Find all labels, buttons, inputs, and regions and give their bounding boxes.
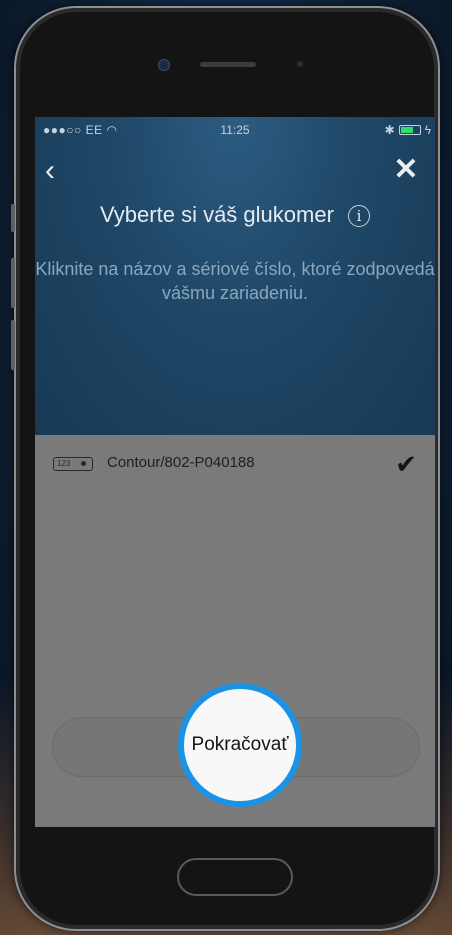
status-right: ✱ ϟ (385, 123, 431, 137)
title-text: Vyberte si váš glukomer (99, 202, 334, 227)
app-screen: ●●●○○ EE ◠ 11:25 ✱ ϟ ‹ ✕ Vyberte si váš … (35, 117, 435, 827)
device-name: Contour/802-P040188 (107, 454, 255, 471)
home-button[interactable] (177, 858, 293, 896)
continue-label: Pokračovať (191, 734, 289, 755)
checkmark-icon: ✔ (395, 449, 417, 479)
charging-icon: ϟ (424, 123, 431, 137)
instruction-text: Kliknite na názov a sériové číslo, ktoré… (35, 259, 435, 303)
volume-down-button (11, 320, 15, 370)
mute-switch (11, 204, 15, 232)
meter-icon: 123 (53, 457, 93, 471)
proximity-sensor (297, 61, 303, 67)
bluetooth-icon: ✱ (384, 123, 395, 137)
device-list-item[interactable]: 123 Contour/802-P040188 ✔ (35, 447, 435, 481)
tap-highlight[interactable]: Pokračovať (178, 683, 302, 807)
front-camera (158, 59, 170, 71)
page-title: Vyberte si váš glukomer i (35, 202, 435, 228)
earpiece-speaker (200, 62, 256, 67)
status-time: 11:25 (220, 123, 250, 137)
status-bar: ●●●○○ EE ◠ 11:25 ✱ ϟ (35, 123, 435, 139)
chevron-left-icon[interactable]: ‹ (45, 156, 75, 187)
header-panel: ●●●○○ EE ◠ 11:25 ✱ ϟ ‹ ✕ Vyberte si váš … (35, 117, 435, 435)
meter-icon-label: 123 (57, 459, 71, 468)
close-icon[interactable]: ✕ (391, 155, 421, 185)
volume-up-button (11, 258, 15, 308)
info-icon[interactable]: i (348, 205, 371, 228)
battery-icon (398, 125, 421, 135)
